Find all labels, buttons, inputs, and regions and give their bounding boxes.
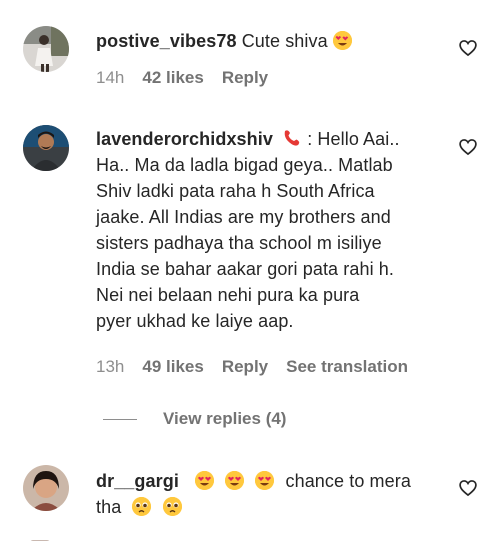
timestamp: 13h (96, 357, 125, 376)
like-heart-icon[interactable] (458, 38, 478, 58)
heart-eyes-emoji (195, 471, 215, 490)
comment-text: postive_vibes78 Cute shiva (96, 28, 446, 54)
comment-body-start: : Hello Aai.. (307, 129, 400, 149)
reply-button[interactable]: Reply (222, 357, 268, 377)
comment-body-cont: tha (96, 497, 122, 517)
reply-button[interactable]: Reply (222, 68, 268, 88)
see-translation-button[interactable]: See translation (286, 357, 408, 377)
comment-line-2: tha (96, 494, 446, 520)
likes-count[interactable]: 49 likes (142, 357, 203, 377)
view-replies-button[interactable]: View replies (4) (103, 409, 286, 429)
pleading-face-emoji (162, 497, 182, 516)
username[interactable]: lavenderorchidxshiv (96, 129, 273, 149)
next-comment-peek (0, 533, 490, 541)
comment-line-1: dr__gargi chance to mera (96, 468, 446, 494)
username[interactable]: dr__gargi (96, 471, 179, 491)
like-heart-icon[interactable] (458, 478, 478, 498)
pleading-face-emoji (132, 497, 152, 516)
comment-meta: 14h 42 likes Reply (96, 68, 268, 88)
like-heart-icon[interactable] (458, 137, 478, 157)
divider-line (103, 418, 137, 420)
avatar[interactable] (23, 26, 69, 72)
comment-line: Ha.. Ma da ladla bigad geya.. Matlab (96, 155, 393, 175)
avatar[interactable] (23, 125, 69, 171)
comment-line: India se bahar aakar gori pata rahi h. (96, 259, 394, 279)
comment-meta: 13h 49 likes Reply See translation (96, 357, 408, 377)
heart-eyes-emoji (332, 31, 352, 50)
timestamp: 14h (96, 68, 125, 87)
username[interactable]: postive_vibes78 (96, 31, 237, 51)
comment-body: Cute shiva (241, 31, 328, 51)
comment-line: jaake. All Indias are my brothers and (96, 207, 391, 227)
likes-count[interactable]: 42 likes (142, 68, 203, 88)
heart-eyes-emoji (225, 471, 245, 490)
comment-body: chance to mera (285, 471, 411, 491)
comment-line-1: lavenderorchidxshiv : Hello Aai.. (96, 126, 446, 152)
view-replies-label: View replies (4) (163, 409, 287, 428)
telephone-receiver-emoji (282, 128, 302, 148)
avatar[interactable] (23, 465, 69, 511)
heart-eyes-emoji (255, 471, 275, 490)
comment-line: Nei nei belaan nehi pura ka pura (96, 285, 360, 305)
comment-line: pyer ukhad ke laiye aap. (96, 311, 294, 331)
comment-line: sisters padhaya tha school m isiliye (96, 233, 382, 253)
comment-text: lavenderorchidxshiv : Hello Aai.. Ha.. M… (96, 126, 446, 334)
comment-text: dr__gargi chance to mera tha (96, 468, 446, 520)
comment-line: Shiv ladki pata raha h South Africa (96, 181, 375, 201)
